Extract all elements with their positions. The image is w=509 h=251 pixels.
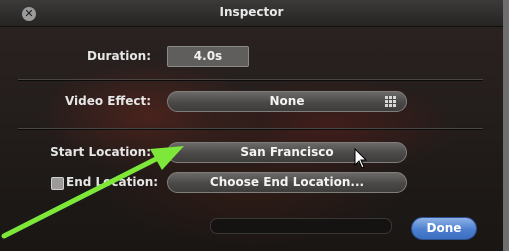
video-effect-label: Video Effect: (64, 94, 151, 108)
duration-field[interactable]: 4.0s (167, 46, 249, 67)
end-location-label: End Location: (66, 175, 159, 189)
inspector-window: ✕ Inspector Duration: 4.0s Video Effect:… (0, 0, 509, 251)
end-location-checkbox[interactable] (51, 177, 64, 190)
title-bar: ✕ Inspector (0, 0, 503, 27)
mouse-cursor-icon (354, 148, 368, 169)
choose-end-location-button[interactable]: Choose End Location... (167, 172, 407, 193)
done-button[interactable]: Done (411, 217, 477, 240)
separator (18, 79, 483, 80)
video-effect-value: None (269, 94, 305, 108)
start-location-button[interactable]: San Francisco (167, 142, 407, 163)
window-title: Inspector (219, 5, 284, 19)
duration-label: Duration: (87, 49, 151, 63)
video-effect-button[interactable]: None (167, 91, 407, 112)
separator (18, 128, 483, 129)
start-location-label: Start Location: (50, 145, 151, 159)
grid-icon (385, 96, 396, 107)
scrubber-track[interactable] (210, 218, 392, 234)
